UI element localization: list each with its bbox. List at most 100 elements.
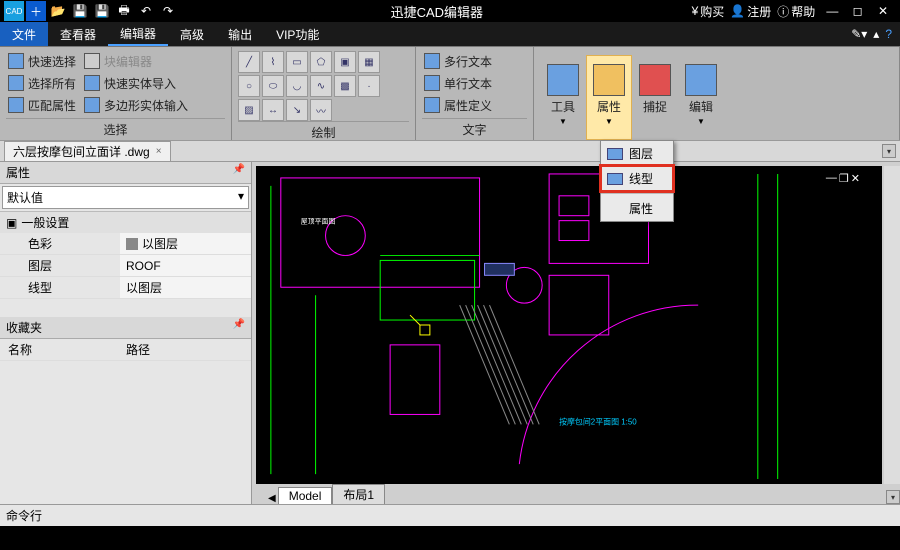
drawing-viewport[interactable]: — ❐ ✕ bbox=[256, 166, 882, 484]
canvas-text: 按摩包间2平面图 1:50 bbox=[559, 416, 637, 426]
canvas-text: 屋顶平面图 bbox=[301, 218, 336, 226]
tab-output[interactable]: 输出 bbox=[216, 22, 264, 46]
edit-panel-button[interactable]: 编辑▼ bbox=[678, 55, 724, 140]
quick-import-button[interactable]: 快速实体导入 bbox=[82, 73, 190, 93]
tab-layout1[interactable]: 布局1 bbox=[332, 484, 385, 504]
help-circle-icon[interactable]: ? bbox=[885, 27, 892, 41]
match-props-button[interactable]: 匹配属性 bbox=[6, 95, 78, 115]
document-tab[interactable]: 六层按摩包间立面详 .dwg × bbox=[4, 141, 171, 161]
layout-tabs: ◀ Model 布局1 bbox=[256, 484, 385, 504]
line-icon[interactable]: ╱ bbox=[238, 51, 260, 73]
menu-item-layer[interactable]: 图层 bbox=[601, 141, 673, 166]
polygon-icon[interactable]: ⬠ bbox=[310, 51, 332, 73]
mtext-button[interactable]: 多行文本 bbox=[422, 51, 494, 71]
fill-icon[interactable]: ▩ bbox=[334, 75, 356, 97]
tabstrip-options-icon[interactable]: ▾ bbox=[882, 144, 896, 158]
viewport-close-icon[interactable]: ✕ bbox=[851, 172, 860, 185]
tab-vip[interactable]: VIP功能 bbox=[264, 22, 331, 46]
props-panel-button[interactable]: 属性▼ bbox=[586, 55, 632, 140]
circle-icon[interactable]: ○ bbox=[238, 75, 260, 97]
tools-icon bbox=[547, 64, 579, 96]
panel-title: 属性 bbox=[6, 164, 30, 181]
group-label-text: 文字 bbox=[422, 118, 527, 140]
app-icon[interactable]: CAD bbox=[4, 1, 24, 21]
tab-viewer[interactable]: 查看器 bbox=[48, 22, 108, 46]
tab-editor[interactable]: 编辑器 bbox=[108, 22, 168, 46]
snap-panel-button[interactable]: 捕捉 bbox=[632, 55, 678, 140]
quick-access-toolbar: CAD ＋ 📂 💾 💾 🖶 ↶ ↷ bbox=[0, 1, 182, 21]
document-tabs: 六层按摩包间立面详 .dwg × ▾ bbox=[0, 140, 900, 162]
collapse-ribbon-icon[interactable]: ▴ bbox=[873, 27, 879, 41]
menu-item-props[interactable]: 属性 bbox=[601, 196, 673, 221]
maximize-button[interactable]: ◻ bbox=[847, 4, 869, 18]
draw-tools-grid: ╱ ⌇ ▭ ⬠ ▣ ▦ ○ ⬭ ◡ ∿ ▩ · ▨ ↔ ↘ 〰 bbox=[238, 51, 380, 121]
quick-select-button[interactable]: 快速选择 bbox=[6, 51, 78, 71]
new-icon[interactable]: ＋ bbox=[26, 1, 46, 21]
hatch-icon[interactable]: ▨ bbox=[238, 99, 260, 121]
select-all-button[interactable]: 选择所有 bbox=[6, 73, 78, 93]
vertical-scrollbar[interactable] bbox=[884, 166, 900, 484]
close-button[interactable]: ✕ bbox=[872, 4, 894, 18]
prop-row-linetype[interactable]: 线型以图层 bbox=[0, 277, 251, 299]
help-button[interactable]: ⓘ 帮助 bbox=[777, 3, 815, 20]
pin-fav-icon[interactable]: 📌 bbox=[233, 319, 245, 336]
app-title: 迅捷CAD编辑器 bbox=[182, 2, 692, 21]
close-tab-icon[interactable]: × bbox=[156, 146, 162, 157]
title-bar: CAD ＋ 📂 💾 💾 🖶 ↶ ↷ 迅捷CAD编辑器 ¥ 购买 👤 注册 ⓘ 帮… bbox=[0, 0, 900, 22]
minimize-button[interactable]: — bbox=[821, 4, 843, 18]
register-button[interactable]: 👤 注册 bbox=[730, 3, 771, 20]
tab-advanced[interactable]: 高级 bbox=[168, 22, 216, 46]
snap-icon bbox=[639, 64, 671, 96]
region-icon[interactable]: ▦ bbox=[358, 51, 380, 73]
tab-file[interactable]: 文件 bbox=[0, 22, 48, 46]
default-dropdown[interactable]: 默认值▾ bbox=[2, 186, 249, 209]
layer-list-icon bbox=[607, 148, 623, 160]
pin-icon[interactable]: 📌 bbox=[233, 164, 245, 181]
buy-button[interactable]: ¥ 购买 bbox=[692, 3, 725, 20]
prop-row-layer[interactable]: 图层ROOF bbox=[0, 255, 251, 277]
fav-col-path: 路径 bbox=[120, 339, 251, 360]
dim-icon[interactable]: ↔ bbox=[262, 99, 284, 121]
stext-button[interactable]: 单行文本 bbox=[422, 73, 494, 93]
group-label-select: 选择 bbox=[6, 118, 225, 140]
general-section[interactable]: ▣一般设置 bbox=[0, 211, 251, 233]
props-dropdown-menu: 图层 线型 属性 bbox=[600, 140, 674, 222]
polyline-icon[interactable]: ⌇ bbox=[262, 51, 284, 73]
leader-icon[interactable]: ↘ bbox=[286, 99, 308, 121]
curve-icon[interactable]: ∿ bbox=[310, 75, 332, 97]
saveas-icon[interactable]: 💾 bbox=[92, 1, 112, 21]
block-editor-button: 块编辑器 bbox=[82, 51, 190, 71]
command-line[interactable]: 命令行 bbox=[0, 504, 900, 526]
linetype-list-icon bbox=[607, 173, 623, 185]
open-icon[interactable]: 📂 bbox=[48, 1, 68, 21]
poly-input-button[interactable]: 多边形实体输入 bbox=[82, 95, 190, 115]
edit-icon bbox=[685, 64, 717, 96]
canvas-area: — ❐ ✕ bbox=[252, 162, 900, 504]
menu-item-linetype[interactable]: 线型 bbox=[601, 166, 673, 191]
box-icon[interactable]: ▣ bbox=[334, 51, 356, 73]
print-icon[interactable]: 🖶 bbox=[114, 1, 134, 21]
fav-col-name: 名称 bbox=[0, 339, 120, 360]
pencil-icon[interactable]: ✎▾ bbox=[851, 27, 867, 41]
arc-icon[interactable]: ◡ bbox=[286, 75, 308, 97]
document-tab-label: 六层按摩包间立面详 .dwg bbox=[13, 143, 150, 160]
undo-icon[interactable]: ↶ bbox=[136, 1, 156, 21]
layout-options-icon[interactable]: ▾ bbox=[886, 490, 900, 504]
tab-nav-left[interactable]: ◀ bbox=[266, 493, 278, 504]
rect-icon[interactable]: ▭ bbox=[286, 51, 308, 73]
window-controls: — ◻ ✕ bbox=[821, 4, 894, 18]
save-icon[interactable]: 💾 bbox=[70, 1, 90, 21]
workspace: 属性📌 默认值▾ ▣一般设置 色彩以图层 图层ROOF 线型以图层 收藏夹📌 名… bbox=[0, 162, 900, 504]
prop-row-color[interactable]: 色彩以图层 bbox=[0, 233, 251, 255]
tab-model[interactable]: Model bbox=[278, 487, 333, 504]
redo-icon[interactable]: ↷ bbox=[158, 1, 178, 21]
propdef-button[interactable]: 属性定义 bbox=[422, 95, 494, 115]
tools-panel-button[interactable]: 工具▼ bbox=[540, 55, 586, 140]
ribbon: 快速选择 选择所有 匹配属性 块编辑器 快速实体导入 多边形实体输入 选择 ╱ … bbox=[0, 46, 900, 140]
ellipse-icon[interactable]: ⬭ bbox=[262, 75, 284, 97]
spline-icon[interactable]: 〰 bbox=[310, 99, 332, 121]
ribbon-tabs: 文件 查看器 编辑器 高级 输出 VIP功能 ✎▾ ▴ ? bbox=[0, 22, 900, 46]
viewport-min-icon[interactable]: — bbox=[826, 172, 837, 185]
point-icon[interactable]: · bbox=[358, 75, 380, 97]
viewport-restore-icon[interactable]: ❐ bbox=[839, 172, 849, 185]
